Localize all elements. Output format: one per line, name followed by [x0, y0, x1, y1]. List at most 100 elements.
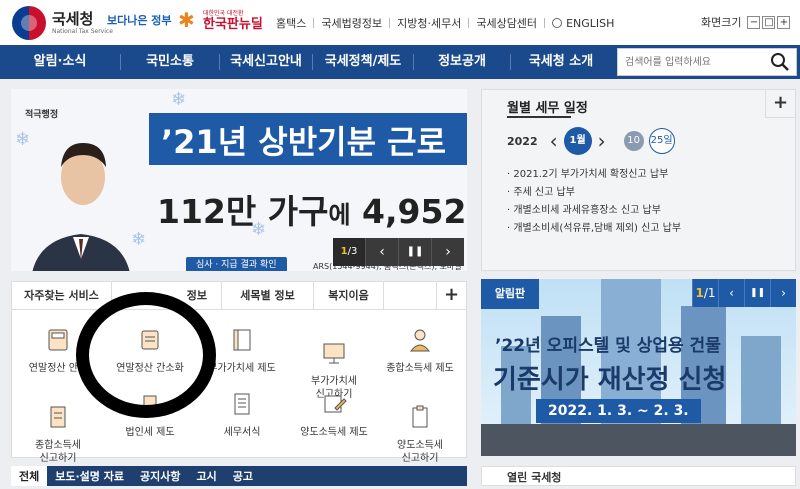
- schedule-date-row: 2022 ‹ 1월 › 10 25일: [507, 127, 675, 155]
- notice-line2: 기준시가 재산정 신청: [493, 365, 727, 395]
- tab-all[interactable]: 전체: [11, 466, 48, 486]
- util-link-counsel[interactable]: 국세상담센터: [476, 15, 537, 31]
- chevron-left-icon[interactable]: ‹: [550, 129, 558, 153]
- service-transfer-tax-filing[interactable]: 양도소득세 신고하기: [374, 390, 466, 478]
- services-more-button[interactable]: +: [436, 282, 466, 310]
- service-tax-forms[interactable]: 세무서식: [196, 390, 288, 439]
- snowflake-icon: ❄: [171, 89, 187, 110]
- tab-press[interactable]: 보도·설명 자료: [47, 466, 132, 486]
- service-label: 세무서식: [223, 427, 261, 438]
- zoom-control: 화면크기 − □ +: [701, 14, 791, 30]
- notice-page-indicator: 1/1: [692, 279, 718, 307]
- schedule-item[interactable]: · 개별소비세 과세유흥장소 신고 납부: [507, 202, 681, 220]
- banner-pause-button[interactable]: ❚❚: [398, 238, 431, 266]
- schedule-day-10[interactable]: 10: [623, 131, 644, 151]
- tab-welfare[interactable]: 복지이음: [314, 282, 384, 309]
- service-income-tax-filing[interactable]: 종합소득세 신고하기: [12, 390, 104, 478]
- notice-controls: 1/1 ‹ ❚❚ ›: [692, 279, 796, 307]
- schedule-item[interactable]: · 2021.2기 부가가치세 확정신고 납부: [507, 166, 681, 184]
- notice-prev-button[interactable]: ‹: [718, 279, 744, 307]
- logo-subtext: National Tax Service: [52, 28, 113, 35]
- banner-controls: 1/3 ‹ ❚❚ ›: [333, 238, 464, 266]
- schedule-item[interactable]: · 주세 신고 납부: [507, 184, 681, 202]
- nav-about[interactable]: 국세청 소개: [511, 45, 611, 79]
- tab-notices[interactable]: 공지사항: [132, 466, 188, 486]
- notice-date: 2022. 1. 3. ~ 2. 3.: [536, 399, 701, 423]
- banner-tag: 적극행정: [25, 110, 59, 120]
- english-link[interactable]: ENGLISH: [566, 17, 614, 30]
- search-icon[interactable]: [770, 52, 790, 72]
- search-box: [617, 48, 797, 76]
- notice-pause-button[interactable]: ❚❚: [744, 279, 770, 307]
- book-icon: [233, 329, 251, 351]
- banner-subheadline: 112만 가구에 4,952억: [157, 185, 467, 233]
- banner-prev-button[interactable]: ‹: [365, 238, 398, 266]
- notice-board[interactable]: 알림판 1/1 ‹ ❚❚ › ’22년 오피스텔 및 상업용 건물 기준시가 재…: [481, 279, 796, 456]
- new-deal-text: 한국판뉴딜: [203, 17, 263, 32]
- new-deal-logo[interactable]: ✱ 대한민국 대전환 한국판뉴딜: [178, 8, 263, 32]
- util-link-law[interactable]: 국세법령정보: [321, 15, 382, 31]
- schedule-year: 2022: [507, 134, 538, 148]
- schedule-day-25[interactable]: 25일: [648, 128, 675, 154]
- banner-particle: 에: [328, 201, 351, 229]
- schedule-title: 월별 세무 일정: [507, 101, 588, 116]
- tab-public-notices[interactable]: 공고: [225, 466, 261, 486]
- building-image: [741, 336, 781, 426]
- zoom-reset-button[interactable]: □: [762, 15, 776, 29]
- banner-page-indicator: 1/3: [333, 238, 365, 266]
- service-transfer-tax-system[interactable]: 양도소득세 제도: [288, 390, 380, 439]
- nav-tax-filing[interactable]: 국세신고안내: [220, 45, 312, 79]
- document-icon: [50, 406, 66, 428]
- nts-logo[interactable]: 국세청 National Tax Service: [12, 6, 113, 40]
- notice-title: 알림판: [481, 279, 539, 309]
- service-label: 종합소득세 제도: [386, 363, 454, 374]
- top-bar: 국세청 National Tax Service 보다나은 정부 ✱ 대한민국 …: [0, 0, 800, 45]
- nav-news[interactable]: 알림·소식: [0, 45, 120, 79]
- service-label: 종합소득세 신고하기: [35, 440, 81, 464]
- news-tabs: 전체 보도·설명 자료 공지사항 고시 공고: [11, 466, 467, 486]
- banner-result-pill: 심사 · 지급 결과 확인: [186, 257, 287, 271]
- zoom-out-button[interactable]: −: [747, 15, 761, 29]
- new-deal-small-text: 대한민국 대전환: [203, 10, 244, 17]
- pen-document-icon: [324, 395, 347, 413]
- tab-announcements[interactable]: 고시: [188, 466, 224, 486]
- utility-links: 홈택스 국세법령정보 지방청·세무서 국세상담센터 ENGLISH: [276, 15, 614, 31]
- zoom-in-button[interactable]: +: [777, 15, 791, 29]
- open-nts-panel[interactable]: 열린 국세청: [481, 466, 796, 486]
- form-icon: [234, 393, 250, 415]
- snowflake-icon: ❄: [15, 129, 31, 150]
- person-icon: [409, 329, 431, 352]
- annotation-circle: [76, 292, 216, 418]
- service-label: 양도소득세 제도: [300, 427, 368, 438]
- banner-households: 112만 가구: [157, 192, 329, 231]
- banner-amount: 4,952억: [362, 192, 467, 231]
- better-government-logo[interactable]: 보다나은 정부: [107, 12, 172, 28]
- nav-communication[interactable]: 국민소통: [121, 45, 219, 79]
- schedule-month: 1월: [563, 127, 592, 155]
- schedule-list: · 2021.2기 부가가치세 확정신고 납부 · 주세 신고 납부 · 개별소…: [507, 166, 681, 238]
- schedule-item[interactable]: · 개별소비세(석유류,담배 제외) 신고 납부: [507, 220, 681, 238]
- notice-next-button[interactable]: ›: [770, 279, 796, 307]
- tab-tax-item-info[interactable]: 세목별 정보: [222, 282, 314, 309]
- new-deal-star-icon: ✱: [178, 8, 195, 32]
- chevron-right-icon[interactable]: ›: [598, 129, 606, 153]
- nav-disclosure[interactable]: 정보공개: [414, 45, 510, 79]
- service-income-tax-system[interactable]: 종합소득세 제도: [374, 326, 466, 375]
- util-link-hometax[interactable]: 홈택스: [276, 15, 306, 31]
- notice-line1: ’22년 오피스텔 및 상업용 건물: [495, 336, 721, 356]
- calculator-icon: [48, 329, 68, 351]
- service-label: 법인세 제도: [125, 427, 175, 438]
- banner-next-button[interactable]: ›: [431, 238, 464, 266]
- clipboard-icon: [412, 405, 428, 428]
- road-image: [481, 424, 796, 456]
- tab-frequent-services[interactable]: 자주찾는 서비스: [12, 282, 112, 309]
- banner-headline: ’21년 상반기분 근로: [161, 123, 447, 161]
- logo-text: 국세청: [52, 10, 94, 28]
- spokesperson-face-image: [61, 143, 106, 205]
- service-label: 양도소득세 신고하기: [397, 440, 443, 464]
- search-input[interactable]: [618, 49, 763, 75]
- schedule-more-button[interactable]: +: [765, 90, 795, 118]
- nav-tax-policy[interactable]: 국세정책/제도: [313, 45, 413, 79]
- util-link-offices[interactable]: 지방청·세무서: [397, 15, 461, 31]
- globe-icon: [552, 18, 563, 28]
